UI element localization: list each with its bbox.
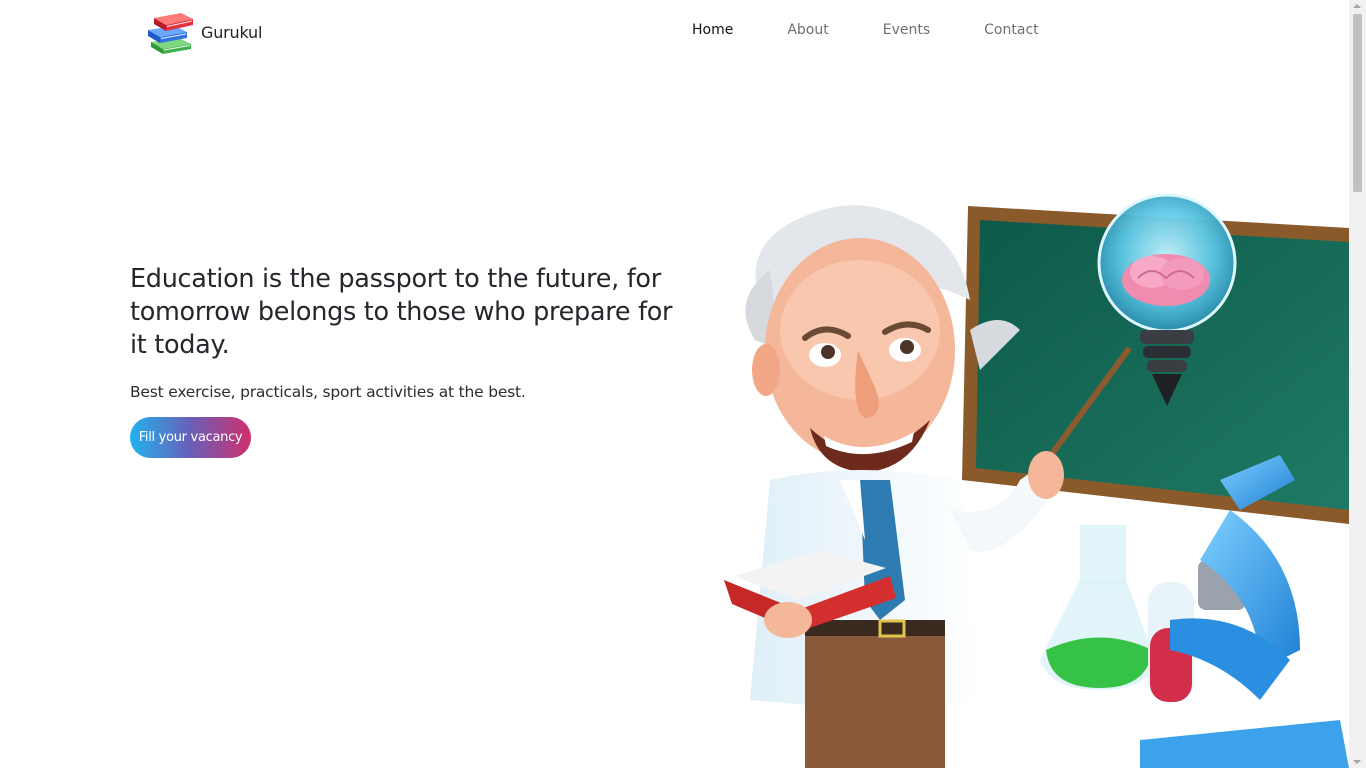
nav-about[interactable]: About [787,22,828,38]
nav-home[interactable]: Home [692,22,733,38]
scroll-up-arrow-icon[interactable] [1353,4,1361,8]
hero-heading: Education is the passport to the future,… [130,264,673,360]
page-scrollbar[interactable] [1349,0,1366,768]
brand-name: Gurukul [201,22,263,42]
fill-vacancy-button[interactable]: Fill your vacancy [130,417,251,458]
scroll-thumb[interactable] [1353,14,1362,192]
navbar: Gurukul Home About Events Contact [0,0,1349,64]
nav-contact[interactable]: Contact [984,22,1038,38]
hero-section: Education is the passport to the future,… [130,263,690,458]
stacked-books-icon [148,13,193,54]
scientist-teacher-illustration [724,193,1349,768]
hero-subtext: Best exercise, practicals, sport activit… [130,383,526,401]
green-flask [1040,525,1155,690]
scroll-down-arrow-icon[interactable] [1353,760,1361,764]
brand-link[interactable]: Gurukul [145,8,262,56]
main-nav: Home About Events Contact [692,22,1039,38]
nav-events[interactable]: Events [883,22,930,38]
